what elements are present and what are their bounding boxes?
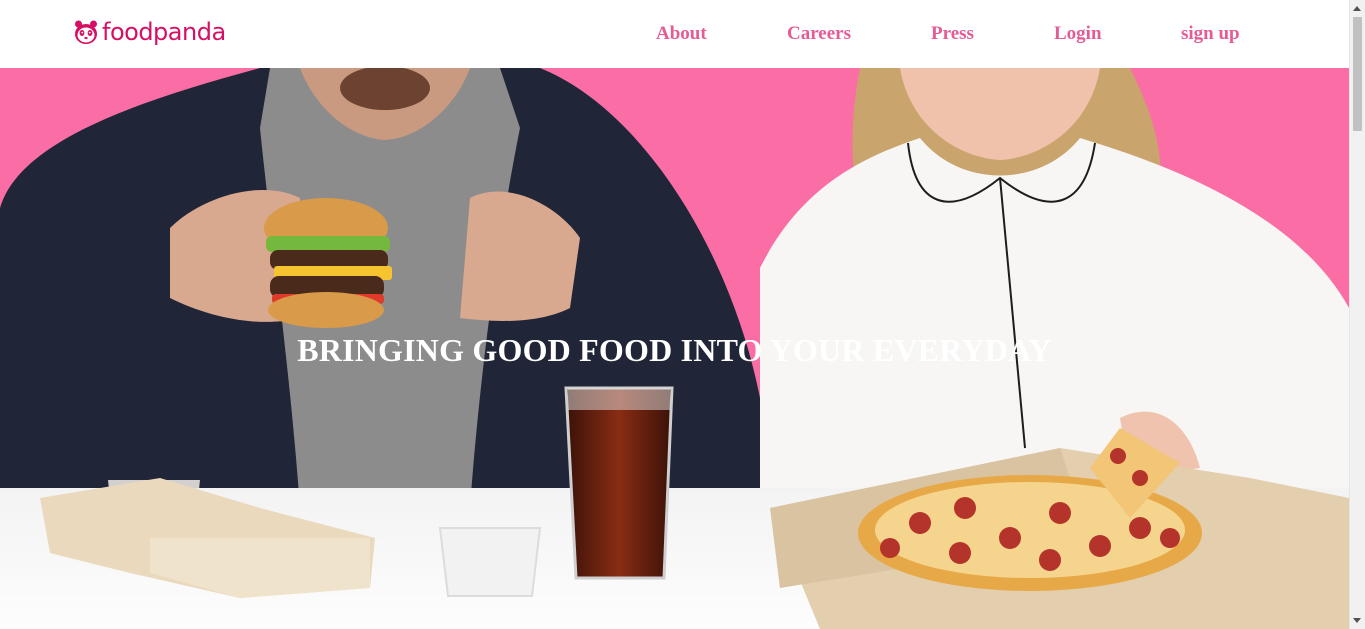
brand-name: foodpanda: [102, 18, 226, 46]
nav-about-link[interactable]: About: [656, 22, 707, 46]
panda-icon: [75, 20, 97, 44]
scroll-down-arrow-icon[interactable]: [1353, 618, 1361, 623]
brand-logo[interactable]: foodpanda: [74, 17, 226, 47]
hero-banner: BRINGING GOOD FOOD INTO YOUR EVERYDAY: [0, 68, 1349, 629]
nav-signup-link[interactable]: sign up: [1181, 22, 1240, 46]
scroll-thumb[interactable]: [1353, 17, 1362, 131]
page-scrollbar[interactable]: [1349, 0, 1365, 629]
dip-cup: [438, 527, 542, 597]
scroll-up-arrow-icon[interactable]: [1353, 6, 1361, 11]
nav-press-link[interactable]: Press: [931, 22, 974, 46]
hero-headline: BRINGING GOOD FOOD INTO YOUR EVERYDAY: [297, 332, 1052, 368]
nav-careers-link[interactable]: Careers: [787, 22, 851, 46]
site-header: foodpanda About Careers Press Login sign…: [0, 0, 1349, 68]
cola-glass: [564, 386, 674, 580]
nav-login-link[interactable]: Login: [1054, 22, 1102, 46]
